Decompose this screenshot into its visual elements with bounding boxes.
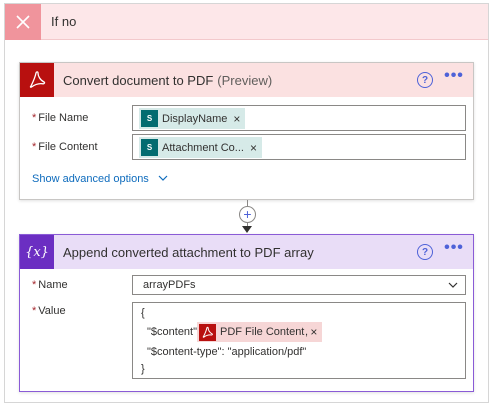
preview-tag: (Preview) xyxy=(217,72,273,88)
pdf-icon xyxy=(20,63,54,97)
append-card-header[interactable]: {x} Append converted attachment to PDF a… xyxy=(20,235,473,269)
connector-arrow-icon xyxy=(242,226,252,233)
close-icon[interactable] xyxy=(5,4,41,40)
if-no-title: If no xyxy=(51,14,77,29)
remove-token-icon[interactable]: × xyxy=(250,141,257,155)
convert-card-header[interactable]: Convert document to PDF (Preview) ? ••• xyxy=(20,63,473,97)
name-label: * Name xyxy=(32,279,68,291)
variable-name-dropdown[interactable]: arrayPDFs xyxy=(132,275,466,295)
insert-step-button[interactable]: + xyxy=(239,206,256,223)
variable-icon: {x} xyxy=(20,235,54,269)
append-card-title: Append converted attachment to PDF array xyxy=(63,244,314,260)
file-content-field[interactable]: S Attachment Co... × xyxy=(132,134,466,160)
content-key: "$content": xyxy=(147,326,201,338)
json-comma: , xyxy=(305,326,309,338)
content-type-line: "$content-type": "application/pdf" xyxy=(147,346,307,358)
attachment-content-token[interactable]: S Attachment Co... × xyxy=(139,137,262,158)
pdf-icon xyxy=(199,323,216,341)
file-name-field[interactable]: S DisplayName × xyxy=(132,105,466,131)
show-advanced-options-link[interactable]: Show advanced options xyxy=(32,173,168,185)
json-close-brace: } xyxy=(141,363,145,375)
append-to-array-card: {x} Append converted attachment to PDF a… xyxy=(19,234,474,392)
chevron-down-icon xyxy=(448,282,458,288)
file-name-label: * File Name xyxy=(32,112,89,124)
if-no-header[interactable]: If no xyxy=(5,4,488,40)
sharepoint-icon: S xyxy=(141,110,158,127)
value-label: * Value xyxy=(32,305,66,317)
help-icon[interactable]: ? xyxy=(417,72,433,88)
variable-name-value: arrayPDFs xyxy=(143,279,196,291)
remove-token-icon[interactable]: × xyxy=(310,325,317,339)
display-name-token[interactable]: S DisplayName × xyxy=(139,108,246,129)
help-icon[interactable]: ? xyxy=(417,244,433,260)
sharepoint-icon: S xyxy=(141,139,158,156)
more-options-icon[interactable]: ••• xyxy=(443,240,465,259)
convert-document-card: Convert document to PDF (Preview) ? ••• *… xyxy=(19,62,474,200)
chevron-down-icon xyxy=(158,175,168,181)
file-content-label: * File Content xyxy=(32,141,98,153)
json-open-brace: { xyxy=(141,307,145,319)
convert-card-title: Convert document to PDF (Preview) xyxy=(63,72,273,88)
pdf-file-content-token[interactable]: PDF File Content × xyxy=(197,322,323,342)
value-editor[interactable]: { "$content": PDF File Content × , "$con… xyxy=(132,302,466,379)
more-options-icon[interactable]: ••• xyxy=(443,68,465,87)
remove-token-icon[interactable]: × xyxy=(233,112,240,126)
